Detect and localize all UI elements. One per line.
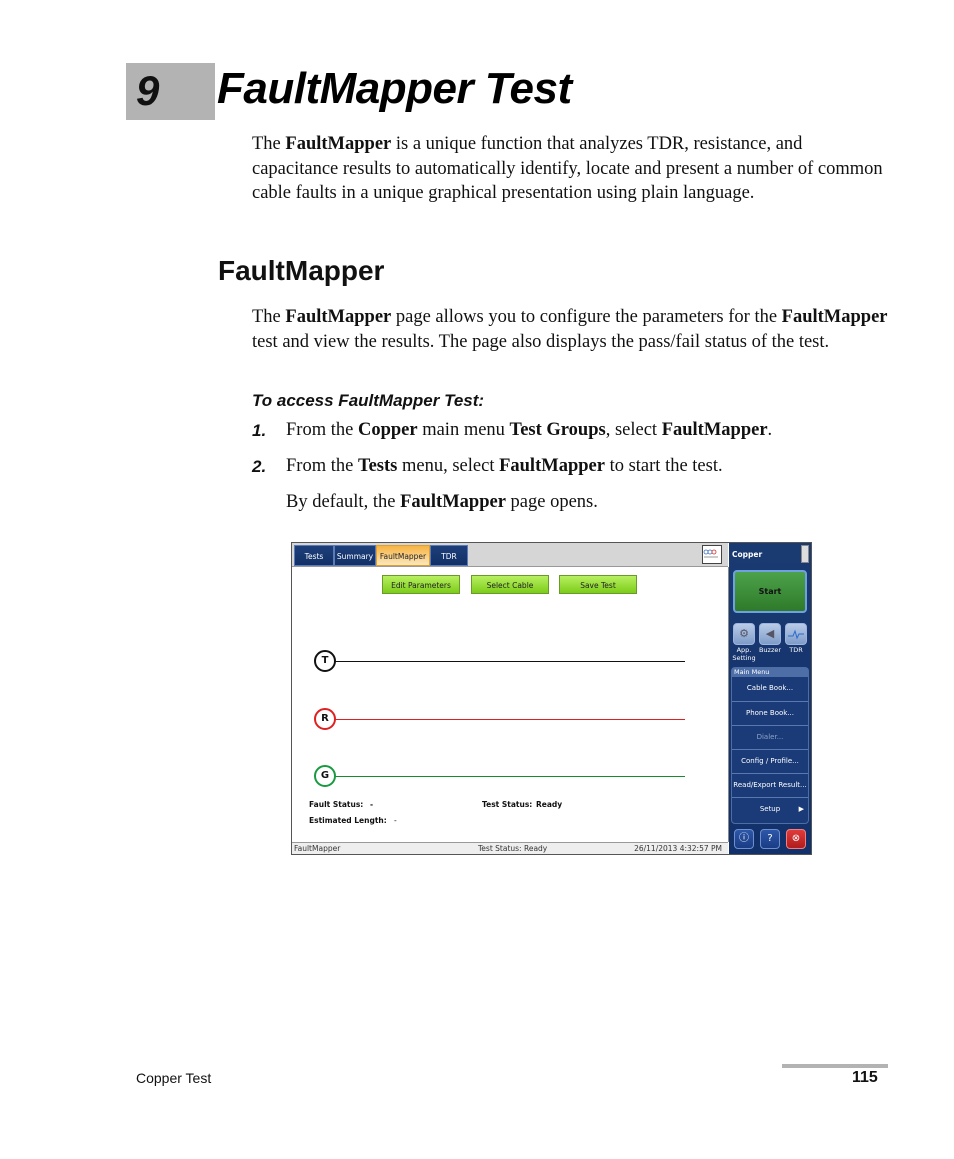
fault-status-label: Fault Status: (309, 800, 364, 809)
faultmapper-logo-icon (702, 545, 722, 564)
tdr-waveform-icon[interactable] (785, 623, 807, 645)
menu-item-phone-book[interactable]: Phone Book... (732, 701, 808, 725)
footer-section: Copper Test (136, 1070, 212, 1086)
step-text: From the Tests menu, select FaultMapper … (286, 456, 723, 476)
chapter-number-block: 9 (126, 63, 215, 120)
status-page: FaultMapper (294, 844, 341, 853)
footer-divider (782, 1064, 888, 1068)
tab-bar: Tests Summary FaultMapper TDR (292, 543, 728, 567)
estimated-length-value: - (394, 816, 397, 825)
tdr-label: TDR (789, 646, 803, 654)
bold-term: FaultMapper (781, 307, 888, 327)
step-number: 2. (252, 457, 267, 476)
save-test-button[interactable]: Save Test (559, 575, 637, 594)
tab-faultmapper[interactable]: FaultMapper (376, 545, 430, 566)
main-menu: Main Menu Cable Book... Phone Book... Di… (731, 667, 809, 824)
chapter-title: FaultMapper Test (217, 64, 572, 113)
edit-parameters-button[interactable]: Edit Parameters (382, 575, 460, 594)
menu-item-read-export[interactable]: Read/Export Result... (732, 773, 808, 797)
bold-term: FaultMapper (285, 134, 392, 154)
test-status-label: Test Status: (482, 800, 533, 809)
tab-tdr[interactable]: TDR (430, 545, 468, 566)
status-test: Test Status: Ready (478, 844, 548, 853)
tip-wire-line (335, 661, 685, 662)
test-status-value: Ready (536, 800, 563, 809)
submenu-arrow-icon: ▶ (798, 805, 804, 813)
status-datetime: 26/11/2013 4:32:57 PM (634, 844, 722, 853)
intro-paragraph: The FaultMapper is a unique function tha… (252, 132, 892, 206)
close-icon[interactable]: ⊗ (786, 829, 806, 849)
text: The (252, 134, 286, 154)
tip-wire-circle: T (314, 650, 336, 672)
speaker-icon[interactable]: ◀ (759, 623, 781, 645)
section-heading: FaultMapper (218, 255, 385, 286)
ground-wire-line (335, 776, 685, 777)
battery-icon (801, 545, 809, 563)
step-text: From the Copper main menu Test Groups, s… (286, 420, 773, 440)
ring-wire-line (335, 719, 685, 720)
section-paragraph: The FaultMapper page allows you to confi… (252, 305, 892, 354)
ground-wire-circle: G (314, 765, 336, 787)
tab-summary[interactable]: Summary (334, 545, 376, 566)
menu-item-cable-book[interactable]: Cable Book... (732, 677, 808, 701)
menu-item-setup[interactable]: Setup ▶ (732, 797, 808, 821)
text: test and view the results. The page also… (252, 331, 830, 352)
tab-tests[interactable]: Tests (294, 545, 334, 566)
app-setting-label: App. Setting (732, 646, 756, 662)
text: The (252, 307, 286, 327)
estimated-length-label: Estimated Length: (309, 816, 387, 825)
chapter-number: 9 (136, 67, 160, 114)
wrench-icon[interactable]: ⚙ (733, 623, 755, 645)
select-cable-button[interactable]: Select Cable (471, 575, 549, 594)
help-icon[interactable]: ? (760, 829, 780, 849)
ring-wire-circle: R (314, 708, 336, 730)
faultmapper-content: Edit Parameters Select Cable Save Test T… (292, 567, 729, 842)
menu-item-config-profile[interactable]: Config / Profile... (732, 749, 808, 773)
side-panel: Copper Start ⚙ App. Setting ◀ Buzzer TDR… (729, 543, 811, 854)
page-number: 115 (852, 1069, 878, 1086)
text: page allows you to configure the paramet… (391, 307, 782, 327)
buzzer-label: Buzzer (758, 646, 782, 654)
info-icon[interactable]: ⓘ (734, 829, 754, 849)
bold-term: FaultMapper (285, 307, 392, 327)
status-bar: FaultMapper Test Status: Ready 26/11/201… (292, 842, 728, 854)
start-button[interactable]: Start (733, 570, 807, 613)
procedure-title: To access FaultMapper Test: (252, 391, 485, 410)
setup-label: Setup (759, 805, 781, 813)
step-number: 1. (252, 421, 267, 440)
faultmapper-screenshot: Tests Summary FaultMapper TDR Edit Param… (291, 542, 812, 855)
fault-status-value: - (370, 800, 374, 809)
main-menu-title: Main Menu (732, 668, 808, 677)
side-title: Copper (732, 550, 763, 559)
menu-item-dialer[interactable]: Dialer... (732, 725, 808, 749)
